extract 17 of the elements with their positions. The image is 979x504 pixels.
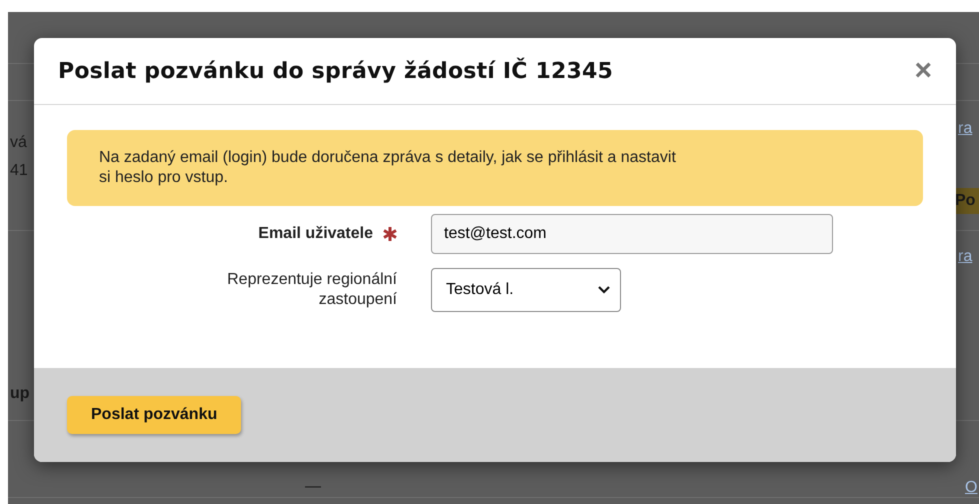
field-label: Email uživatele bbox=[258, 224, 373, 244]
field-label: Reprezentuje regionální zastoupení bbox=[226, 270, 397, 310]
chevron-down-icon bbox=[598, 286, 610, 294]
info-notice: Na zadaný email (login) bude doručena zpráva s detaily, jak se přihlásit a nastavit si heslo pro vstup. bbox=[67, 130, 923, 206]
page-link[interactable]: ra bbox=[958, 248, 972, 266]
page-heading: up bbox=[10, 385, 30, 403]
close-button[interactable]: × bbox=[910, 56, 936, 86]
required-asterisk-icon bbox=[383, 227, 397, 241]
email-field[interactable]: test@test.com bbox=[431, 214, 833, 254]
dialog-title: Poslat pozvánku do správy žádostí IČ 12345 bbox=[58, 58, 614, 84]
region-select[interactable]: Testová l. bbox=[431, 268, 621, 312]
page-text: vá bbox=[10, 134, 27, 152]
page-text: — bbox=[305, 478, 321, 496]
page-link[interactable]: O bbox=[965, 479, 978, 497]
page-link[interactable]: ra bbox=[958, 120, 972, 138]
send-invite-button[interactable]: Poslat pozvánku bbox=[67, 396, 242, 434]
page-text: 41 bbox=[10, 162, 28, 180]
